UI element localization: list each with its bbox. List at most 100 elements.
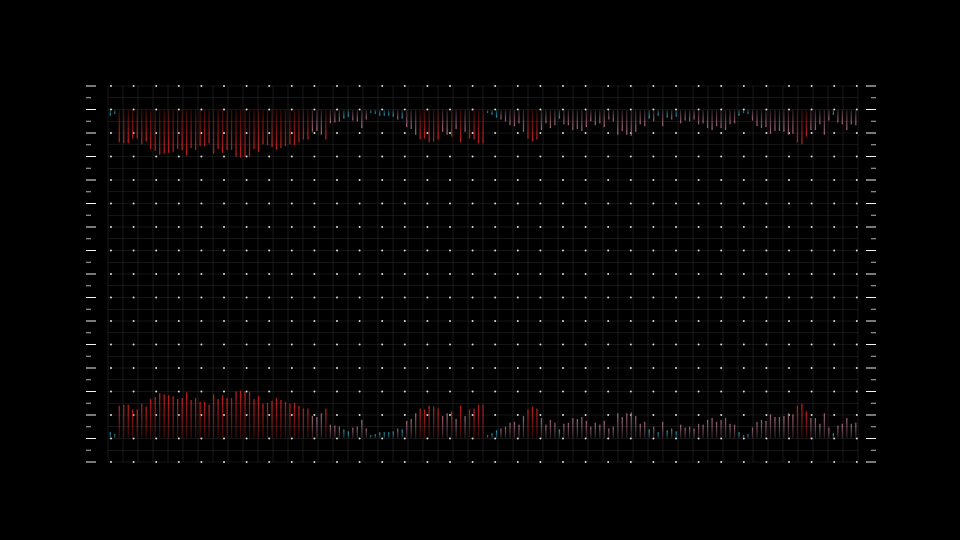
grid-dot [516, 249, 519, 252]
grid-dot [132, 202, 135, 205]
grid-dot [223, 132, 225, 134]
bar-bottom [774, 417, 776, 438]
bar-top [446, 110, 448, 135]
bar-top [163, 110, 165, 154]
grid-dot [245, 296, 248, 299]
grid-dot [358, 296, 361, 299]
bar-bottom [680, 424, 682, 438]
grid-dot [607, 273, 610, 275]
grid-dot [290, 132, 293, 134]
grid-dot [290, 155, 293, 158]
grid-dot [607, 179, 610, 181]
bar-bottom [711, 418, 713, 439]
grid-dot [223, 343, 225, 346]
grid-dot [336, 437, 338, 440]
bar-top [733, 110, 736, 124]
bar-top [437, 110, 439, 140]
grid-dot [652, 414, 655, 416]
grid-dot [336, 320, 338, 322]
bar-bottom [787, 413, 790, 438]
bar-top [603, 110, 605, 128]
bar-bottom [536, 408, 538, 439]
bar-bottom [756, 421, 758, 439]
bar-bottom [531, 406, 534, 438]
bar-bottom [433, 406, 435, 438]
grid-dot [584, 273, 587, 275]
bar-bottom [612, 426, 614, 438]
grid-dot [810, 320, 813, 322]
grid-dot [358, 202, 361, 205]
grid-dot [584, 343, 587, 346]
bar-bottom [383, 432, 385, 438]
grid-dot [584, 414, 587, 416]
bar-top [419, 110, 421, 140]
bar-bottom [468, 409, 471, 438]
grid-dot [245, 437, 248, 440]
grid-dot [697, 249, 700, 252]
bar-bottom [760, 419, 763, 438]
grid-dot [720, 367, 723, 369]
bar-top [190, 110, 192, 148]
grid-dot [652, 226, 655, 228]
bar-top [459, 110, 462, 143]
grid-dot [810, 343, 813, 346]
grid-dot [833, 179, 836, 181]
grid-dot [584, 85, 587, 87]
bar-top [338, 110, 340, 122]
bar-top [850, 110, 852, 125]
grid-dot [313, 320, 316, 322]
bar-top [828, 110, 830, 121]
bar-bottom [828, 427, 830, 439]
grid-dot [223, 249, 225, 252]
grid-dot [381, 343, 384, 346]
grid-dot [200, 249, 203, 252]
bar-bottom [594, 422, 596, 438]
grid-dot [358, 226, 361, 228]
bar-top [617, 110, 619, 135]
grid-dot [358, 461, 361, 463]
grid-dot [290, 343, 293, 346]
bar-top [455, 110, 457, 129]
bar-bottom [275, 398, 278, 438]
grid-dot [132, 320, 135, 322]
bar-top [150, 110, 152, 149]
grid-dot [494, 296, 497, 299]
grid-dot [381, 132, 384, 134]
bar-top [504, 110, 507, 122]
grid-dot [539, 320, 542, 322]
bar-bottom [657, 432, 659, 438]
bar-top [662, 110, 664, 127]
bar-bottom [374, 434, 376, 438]
bar-top [769, 110, 772, 134]
grid-dot [381, 367, 384, 369]
grid-dot [426, 108, 429, 111]
grid-dot [449, 226, 451, 228]
grid-dot [110, 320, 112, 322]
bar-bottom [401, 429, 403, 438]
grid-dot [155, 296, 158, 299]
bar-bottom [424, 409, 426, 438]
bar-top [837, 110, 839, 123]
grid-dot [290, 437, 293, 440]
grid-dot [449, 367, 451, 369]
grid-dot [200, 320, 203, 322]
grid-dot [336, 155, 338, 158]
grid-dot [675, 249, 677, 252]
bar-bottom [221, 395, 224, 439]
bar-bottom [635, 416, 637, 438]
grid-dot [810, 155, 813, 158]
bar-bottom [648, 429, 650, 438]
grid-dot [675, 414, 677, 416]
grid-dot [652, 296, 655, 299]
grid-dot [471, 249, 474, 252]
grid-dot [223, 179, 225, 181]
grid-dot [720, 179, 723, 181]
bar-top [711, 110, 713, 130]
bar-top [742, 110, 745, 113]
grid-dot [110, 132, 112, 134]
grid-dot [358, 249, 361, 252]
bar-bottom [365, 428, 367, 438]
bar-bottom [352, 427, 354, 439]
grid-dot [200, 273, 203, 275]
bar-top [441, 110, 444, 132]
